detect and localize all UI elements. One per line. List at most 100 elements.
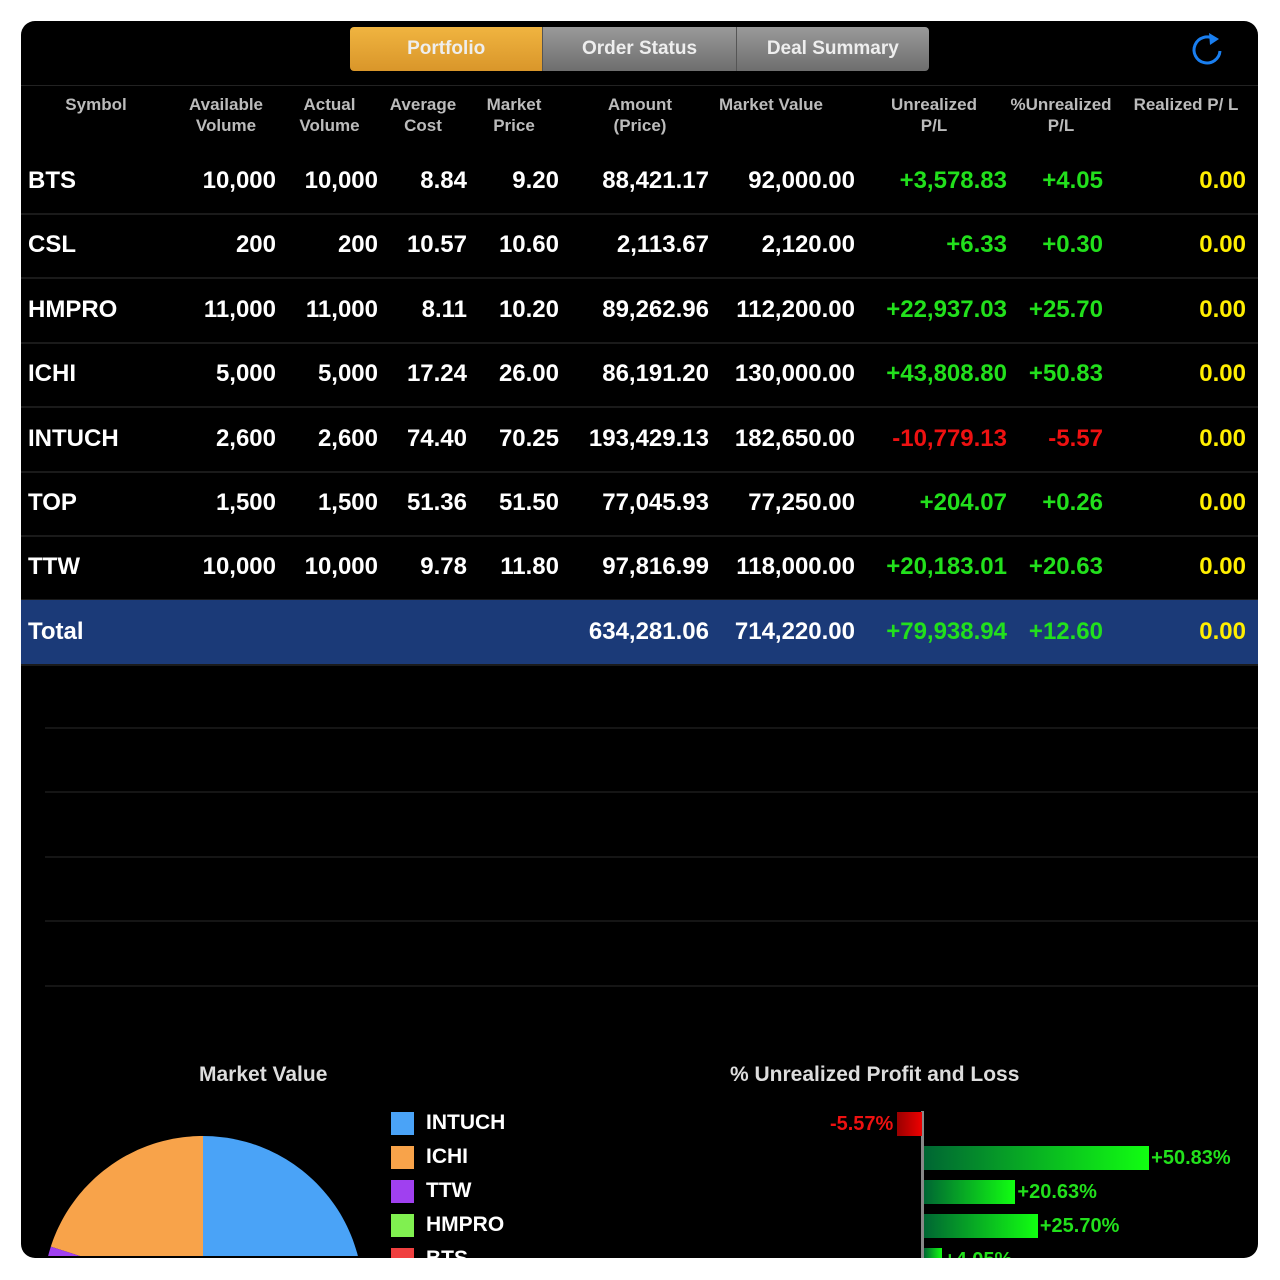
table-row[interactable]: CSL 200 200 10.57 10.60 2,113.67 2,120.00 +6.33… (21, 213, 1258, 280)
pie-slice-ichi (50, 1136, 203, 1256)
cell-4: 11.80 (500, 553, 559, 581)
legend-label: BTS (426, 1247, 468, 1258)
cell-7: +204.07 (919, 489, 1007, 516)
cell-2: 2,600 (317, 424, 378, 452)
cell-6: 118,000.00 (736, 553, 855, 581)
bar-ttw (924, 1180, 1016, 1204)
bar-bts (924, 1248, 942, 1258)
legend-swatch (391, 1179, 414, 1203)
cell-0: ICHI (28, 360, 76, 388)
cell-5: 97,816.99 (602, 553, 709, 581)
cell-6: 2,120.00 (761, 231, 855, 259)
cell-1: 10,000 (202, 553, 276, 581)
column-header[interactable]: Realized P/ L (1126, 94, 1246, 115)
pie-title: Market Value (199, 1063, 328, 1086)
table-header: Symbol Available Volume Actual Volume Avera… (21, 85, 1258, 150)
cell-8: +0.30 (1042, 231, 1103, 259)
column-header[interactable]: Actual Volume (281, 94, 378, 136)
cell-0: CSL (28, 231, 76, 259)
legend-swatch (391, 1247, 414, 1258)
cell-7: +3,578.83 (899, 167, 1007, 194)
cell-9: 0.00 (1199, 553, 1246, 581)
cell-0: BTS (28, 167, 76, 194)
table-row[interactable]: ICHI 5,000 5,000 17.24 26.00 86,191.20 130,000… (21, 342, 1258, 409)
cell-5: 88,421.17 (602, 167, 709, 194)
pie-slice-intuch (203, 1136, 358, 1256)
table-row[interactable]: BTS 10,000 10,000 8.84 9.20 88,421.17 92,000.0… (21, 149, 1258, 215)
cell-9: 0.00 (1199, 489, 1246, 516)
column-header[interactable]: Symbol (21, 94, 171, 115)
legend-item: BTS (391, 1247, 468, 1258)
cell-5: 77,045.93 (602, 489, 709, 516)
legend-label: ICHI (426, 1145, 468, 1168)
cell-9: 0.00 (1199, 360, 1246, 388)
cell-2: 11,000 (305, 295, 378, 323)
table-row[interactable]: INTUCH 2,600 2,600 74.40 70.25 193,429.13 182,… (21, 407, 1258, 473)
cell-7: -10,779.13 (892, 424, 1007, 452)
divider (45, 727, 1258, 729)
segmented-tabs: Portfolio Order Status Deal Summary (350, 27, 929, 71)
cell-8: +20.63 (1028, 553, 1103, 581)
cell-4: 9.20 (512, 167, 559, 194)
bar-chart-title: % Unrealized Profit and Loss (730, 1063, 1020, 1086)
refresh-icon[interactable] (1188, 29, 1228, 69)
cell-1: 200 (235, 231, 276, 259)
cell-8: +50.83 (1028, 360, 1103, 388)
cell-9: 0.00 (1199, 618, 1246, 645)
cell-9: 0.00 (1199, 231, 1246, 259)
legend-label: TTW (426, 1179, 472, 1202)
cell-0: TTW (28, 553, 80, 581)
cell-6: 92,000.00 (748, 167, 855, 194)
legend-swatch (391, 1145, 414, 1169)
legend-item: INTUCH (391, 1111, 505, 1135)
cell-8: +25.70 (1028, 295, 1103, 323)
cell-2: 10,000 (304, 553, 378, 581)
cell-0: Total (28, 618, 84, 645)
table-row[interactable]: TTW 10,000 10,000 9.78 11.80 97,816.99 118,000… (21, 535, 1258, 602)
cell-5: 86,191.20 (602, 360, 709, 388)
cell-1: 11,000 (203, 295, 276, 323)
cell-3: 17.24 (406, 360, 467, 388)
cell-5: 634,281.06 (588, 618, 709, 645)
cell-1: 10,000 (202, 167, 276, 194)
portfolio-screen: Portfolio Order Status Deal Summary Symb… (21, 21, 1258, 1258)
cell-8: +4.05 (1042, 167, 1103, 194)
column-header[interactable]: Available Volume (171, 94, 281, 136)
cell-3: 8.11 (421, 295, 467, 323)
table-row[interactable]: HMPRO 11,000 11,000 8.11 10.20 89,262.96 112,2… (21, 278, 1258, 344)
cell-6: 112,200.00 (736, 295, 855, 323)
cell-2: 5,000 (317, 360, 378, 388)
cell-4: 51.50 (498, 489, 559, 516)
cell-7: +6.33 (946, 231, 1007, 259)
bar-hmpro (924, 1214, 1038, 1238)
column-header[interactable]: Amount (Price) (581, 94, 699, 136)
bar-label: +4.05% (944, 1248, 1012, 1258)
cell-9: 0.00 (1199, 167, 1246, 194)
tab-deal-summary[interactable]: Deal Summary (735, 27, 929, 71)
column-header[interactable]: Market Price (468, 94, 560, 136)
column-header[interactable]: %Unrealized P/L (1001, 94, 1121, 136)
cell-1: 5,000 (215, 360, 276, 388)
cell-2: 1,500 (317, 489, 378, 516)
divider (45, 856, 1258, 858)
cell-6: 77,250.00 (748, 489, 855, 516)
column-header[interactable]: Average Cost (378, 94, 468, 136)
cell-8: +0.26 (1042, 489, 1103, 516)
cell-3: 74.40 (406, 424, 467, 452)
cell-1: 2,600 (215, 424, 276, 452)
legend-item: ICHI (391, 1145, 468, 1169)
tab-portfolio[interactable]: Portfolio (350, 27, 543, 71)
table-row[interactable]: TOP 1,500 1,500 51.36 51.50 77,045.93 77,250.0… (21, 471, 1258, 537)
cell-0: HMPRO (28, 295, 118, 323)
tab-order-status[interactable]: Order Status (542, 27, 736, 71)
cell-7: +22,937.03 (886, 295, 1007, 323)
legend-swatch (391, 1111, 414, 1135)
column-header[interactable]: Unrealized P/L (879, 94, 989, 136)
cell-2: 200 (337, 231, 378, 259)
legend-label: HMPRO (426, 1213, 505, 1236)
column-header[interactable]: Market Value (701, 94, 841, 115)
cell-4: 70.25 (498, 424, 559, 452)
cell-6: 182,650.00 (734, 424, 855, 452)
cell-8: -5.57 (1048, 424, 1103, 452)
legend-item: TTW (391, 1179, 471, 1203)
